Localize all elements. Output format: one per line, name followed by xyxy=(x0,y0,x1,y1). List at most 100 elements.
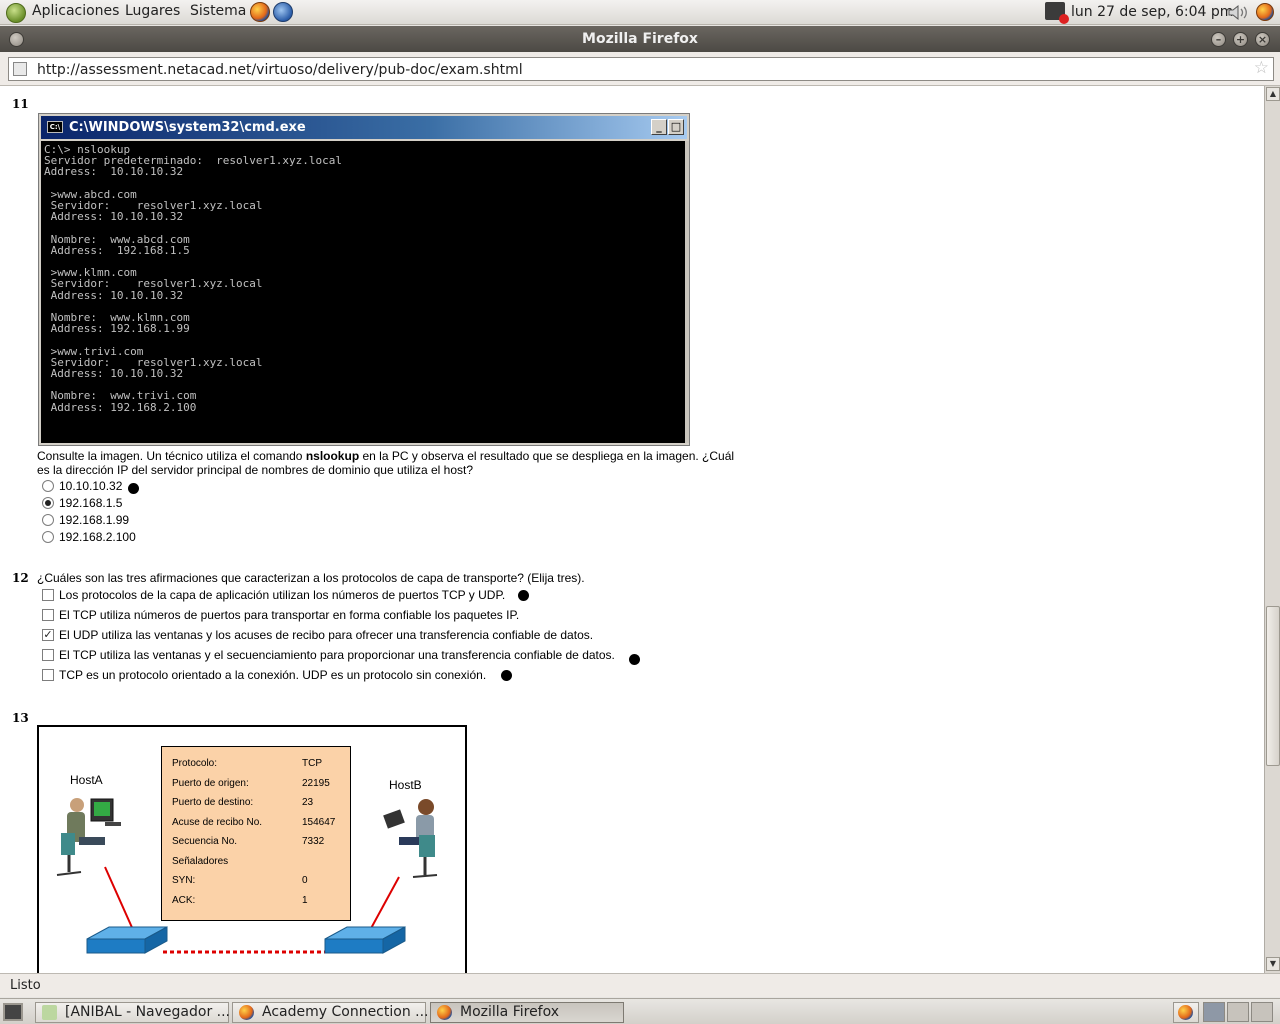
console-line: Address: 192.168.1.99 xyxy=(44,322,190,336)
checkbox[interactable] xyxy=(42,609,54,621)
question-number-11: 11 xyxy=(12,97,29,111)
scrollbar-thumb[interactable] xyxy=(1266,606,1280,766)
field-value: TCP xyxy=(302,758,322,769)
bottom-panel: [ANIBAL - Navegador ... Academy Connecti… xyxy=(0,998,1280,1024)
cmd-maximize-icon: □ xyxy=(668,119,684,135)
task-academy-connection[interactable]: Academy Connection ... xyxy=(232,1002,429,1023)
console-line: Nombre: www.trivi.com xyxy=(44,389,197,403)
console-line: Address: 10.10.10.32 xyxy=(44,210,184,224)
firefox-tray-icon[interactable] xyxy=(1256,3,1274,21)
window-title: Mozilla Firefox xyxy=(582,31,698,47)
console-line: Address: 10.10.10.32 xyxy=(44,288,184,302)
host-a-person-icon xyxy=(56,798,121,876)
console-line: Servidor: resolver1.xyz.local xyxy=(44,277,263,291)
checkbox[interactable] xyxy=(42,669,54,681)
window-titlebar[interactable]: Mozilla Firefox – + × xyxy=(0,26,1280,52)
url-bar[interactable]: http://assessment.netacad.net/virtuoso/d… xyxy=(8,57,1274,81)
maximize-button[interactable]: + xyxy=(1233,32,1248,47)
firefox-launcher-icon[interactable] xyxy=(250,2,270,22)
clock[interactable]: lun 27 de sep, 6:04 pm xyxy=(1071,4,1233,20)
firefox-icon xyxy=(437,1005,452,1020)
checkbox-checked[interactable]: ✓ xyxy=(42,629,54,641)
link-hostb-switch xyxy=(368,876,400,933)
field-label: Secuencia No. xyxy=(172,836,238,847)
console-output: C:\> nslookup Servidor predeterminado: re… xyxy=(41,141,685,443)
radio-button-selected[interactable] xyxy=(42,497,54,509)
firefox-icon xyxy=(1178,1005,1193,1020)
cmd-titlebar: C:\ C:\WINDOWS\system32\cmd.exe _ □ xyxy=(41,116,687,139)
cmd-scrollbar xyxy=(685,141,689,443)
checkbox[interactable] xyxy=(42,589,54,601)
firefox-icon xyxy=(239,1005,254,1020)
workspace-1[interactable] xyxy=(1203,1002,1225,1022)
field-label: Acuse de recibo No. xyxy=(172,816,263,828)
field-label: Protocolo: xyxy=(172,758,218,769)
field-label: SYN: xyxy=(172,875,196,886)
menu-aplicaciones[interactable]: Aplicaciones xyxy=(32,3,119,19)
question-number-13: 13 xyxy=(12,711,29,725)
field-label: Señaladores xyxy=(172,855,229,867)
question-text-11: Consulte la imagen. Un técnico utiliza e… xyxy=(37,449,735,477)
field-value: 1 xyxy=(302,894,308,906)
top-panel: Aplicaciones Lugares Sistema lun 27 de s… xyxy=(0,0,1280,25)
status-bar: Listo xyxy=(0,973,1280,997)
console-line: Address: 192.168.1.5 xyxy=(44,243,190,257)
gnome-foot-icon[interactable] xyxy=(6,3,26,23)
radio-button[interactable] xyxy=(42,531,54,543)
question-number-12: 12 xyxy=(12,571,29,585)
workspace-2[interactable] xyxy=(1227,1002,1249,1022)
answer-marker-dot xyxy=(518,590,529,601)
site-identity-icon[interactable] xyxy=(13,62,27,76)
network-diagram: HostA HostB Protocolo: TCP Puerto de ori… xyxy=(37,725,467,973)
menu-lugares[interactable]: Lugares xyxy=(125,3,180,19)
menu-sistema[interactable]: Sistema xyxy=(190,3,246,19)
thunderbird-launcher-icon[interactable] xyxy=(273,2,293,22)
field-value: 0 xyxy=(302,875,308,886)
cmd-screenshot: C:\ C:\WINDOWS\system32\cmd.exe _ □ C:\>… xyxy=(38,113,690,446)
console-line: Address: 10.10.10.32 xyxy=(44,367,184,381)
answer-marker-dot xyxy=(128,483,139,494)
field-value: 154647 xyxy=(302,816,336,828)
tray-firefox[interactable] xyxy=(1173,1002,1199,1023)
checkbox[interactable] xyxy=(42,649,54,661)
minimize-button[interactable]: – xyxy=(1211,32,1226,47)
field-label: Puerto de origen: xyxy=(172,777,249,789)
scroll-up-arrow-icon[interactable]: ▲ xyxy=(1266,87,1280,101)
field-value: 22195 xyxy=(302,777,330,789)
workspace-3[interactable] xyxy=(1251,1002,1273,1022)
scroll-down-arrow-icon[interactable]: ▼ xyxy=(1266,957,1280,971)
speaker-icon[interactable] xyxy=(1227,4,1249,21)
host-b-person-icon xyxy=(383,799,438,878)
status-text: Listo xyxy=(10,978,41,993)
task-anibal[interactable]: [ANIBAL - Navegador ... xyxy=(35,1002,230,1023)
switch-b-icon xyxy=(324,926,406,954)
url-text[interactable]: http://assessment.netacad.net/virtuoso/d… xyxy=(37,62,523,78)
radio-button[interactable] xyxy=(42,480,54,492)
field-label: Puerto de destino: xyxy=(172,797,254,808)
answer-marker-dot xyxy=(501,670,512,681)
page-scrollbar[interactable]: ▲ ▼ xyxy=(1264,86,1280,973)
field-value: 23 xyxy=(302,797,314,808)
field-value: 7332 xyxy=(302,836,325,847)
cmd-icon: C:\ xyxy=(47,121,63,133)
link-hosta-switch xyxy=(104,866,135,933)
page-content: 11 C:\ C:\WINDOWS\system32\cmd.exe _ □ C… xyxy=(0,86,1264,973)
cmd-minimize-icon: _ xyxy=(651,119,667,135)
cmd-title: C:\WINDOWS\system32\cmd.exe xyxy=(69,120,306,135)
console-line: Address: 10.10.10.32 xyxy=(44,165,184,179)
console-line: Address: 192.168.2.100 xyxy=(44,400,197,414)
radio-button[interactable] xyxy=(42,514,54,526)
show-desktop-icon[interactable] xyxy=(3,1003,23,1021)
printer-error-icon[interactable] xyxy=(1045,2,1069,24)
close-button[interactable]: × xyxy=(1255,32,1270,47)
navigation-toolbar: http://assessment.netacad.net/virtuoso/d… xyxy=(0,52,1280,86)
bookmark-star-icon[interactable]: ☆ xyxy=(1254,58,1269,78)
answer-marker-dot xyxy=(629,654,640,665)
file-browser-icon xyxy=(42,1005,57,1020)
question-text-12: ¿Cuáles son las tres afirmaciones que ca… xyxy=(37,571,585,585)
task-mozilla-firefox[interactable]: Mozilla Firefox xyxy=(430,1002,624,1023)
field-label: ACK: xyxy=(172,894,196,906)
